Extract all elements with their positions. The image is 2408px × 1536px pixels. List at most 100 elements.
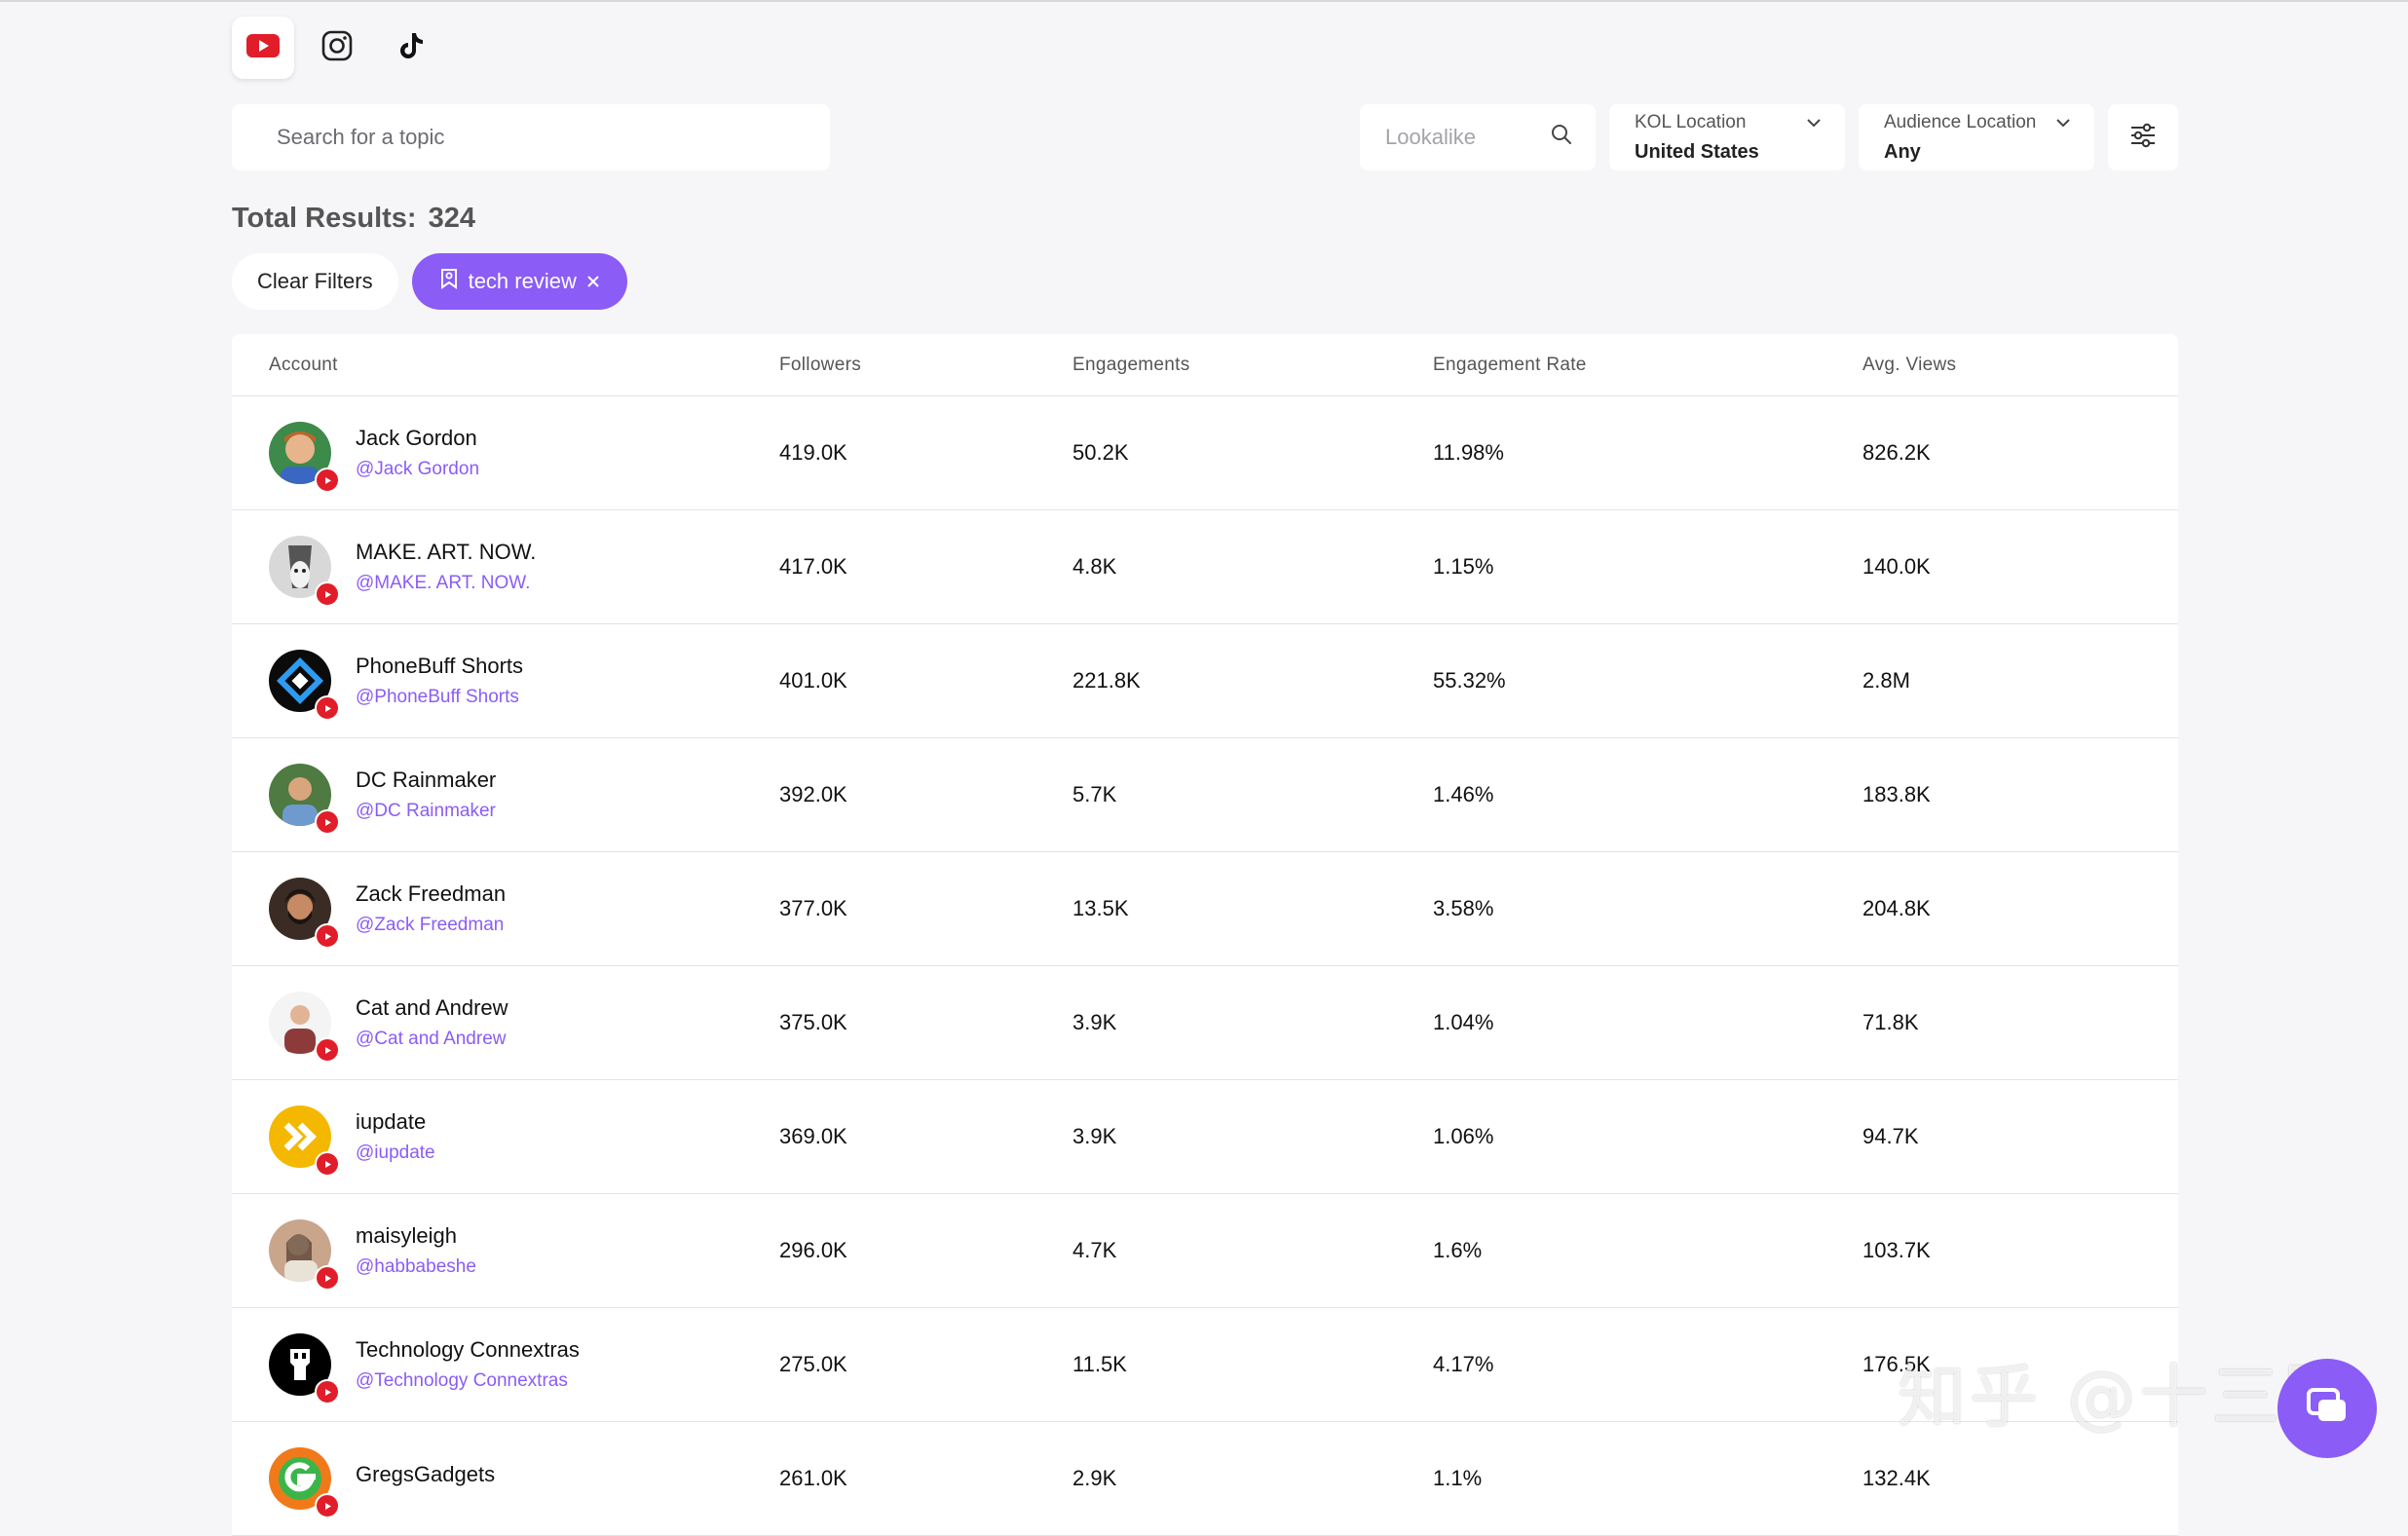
header-account[interactable]: Account [232, 355, 779, 376]
chat-button[interactable] [2277, 1359, 2377, 1458]
table-row[interactable]: MAKE. ART. NOW. @MAKE. ART. NOW. 417.0K … [232, 510, 2178, 624]
account-name[interactable]: Technology Connextras [356, 1337, 580, 1363]
followers-cell: 377.0K [779, 896, 847, 920]
account-name[interactable]: Zack Freedman [356, 881, 506, 907]
active-filter-chip[interactable]: tech review [411, 253, 627, 310]
header-avg-views[interactable]: Avg. Views [1862, 355, 2178, 376]
account-cell: DC Rainmaker @DC Rainmaker [232, 764, 779, 835]
youtube-badge-icon [315, 809, 340, 835]
table-row[interactable]: Technology Connextras @Technology Connex… [232, 1308, 2178, 1422]
avg-views-cell: 2.8M [1862, 668, 1910, 693]
search-icon[interactable] [1551, 124, 1572, 151]
account-cell: Jack Gordon @Jack Gordon [232, 422, 779, 493]
table-row[interactable]: iupdate @iupdate 369.0K 3.9K 1.06% 94.7K [232, 1080, 2178, 1194]
tiktok-icon [397, 31, 425, 65]
close-icon[interactable] [586, 269, 600, 294]
account-name[interactable]: PhoneBuff Shorts [356, 654, 523, 679]
table-row[interactable]: PhoneBuff Shorts @PhoneBuff Shorts 401.0… [232, 624, 2178, 738]
account-handle[interactable]: @Cat and Andrew [356, 1029, 508, 1050]
youtube-badge-icon [315, 1265, 340, 1291]
followers-cell: 375.0K [779, 1010, 847, 1034]
account-cell: maisyleigh @habbabeshe [232, 1219, 779, 1291]
header-followers[interactable]: Followers [779, 355, 1072, 376]
avatar [269, 1219, 340, 1291]
tab-tiktok[interactable] [380, 17, 442, 79]
youtube-badge-icon [315, 923, 340, 949]
platform-tabs [232, 17, 442, 79]
table-row[interactable]: Cat and Andrew @Cat and Andrew 375.0K 3.… [232, 966, 2178, 1080]
instagram-icon [321, 30, 353, 66]
total-results-label: Total Results: [232, 203, 417, 234]
account-handle[interactable]: @PhoneBuff Shorts [356, 687, 523, 708]
followers-cell: 417.0K [779, 554, 847, 579]
engagements-cell: 13.5K [1072, 896, 1129, 920]
filter-chips: Clear Filters tech review [232, 253, 627, 310]
chat-icon [2305, 1386, 2350, 1432]
youtube-badge-icon [315, 695, 340, 721]
table-row[interactable]: Jack Gordon @Jack Gordon 419.0K 50.2K 11… [232, 396, 2178, 510]
account-handle[interactable]: @DC Rainmaker [356, 801, 496, 822]
engagements-cell: 2.9K [1072, 1466, 1117, 1490]
account-handle[interactable]: @Zack Freedman [356, 915, 506, 936]
engagement-rate-cell: 55.32% [1433, 668, 1506, 693]
table-row[interactable]: maisyleigh @habbabeshe 296.0K 4.7K 1.6% … [232, 1194, 2178, 1308]
engagements-cell: 50.2K [1072, 440, 1129, 465]
account-handle[interactable]: @habbabeshe [356, 1256, 476, 1278]
account-name[interactable]: maisyleigh [356, 1223, 476, 1249]
account-name[interactable]: Cat and Andrew [356, 995, 508, 1021]
tab-youtube[interactable] [232, 17, 294, 79]
youtube-badge-icon [315, 581, 340, 607]
account-cell: Zack Freedman @Zack Freedman [232, 878, 779, 949]
kol-location-label: KOL Location [1635, 112, 1747, 132]
active-filter-label: tech review [468, 269, 577, 293]
account-cell: Technology Connextras @Technology Connex… [232, 1333, 779, 1405]
account-name[interactable]: Jack Gordon [356, 426, 479, 451]
top-border [0, 0, 2408, 2]
audience-location-label: Audience Location [1884, 112, 2037, 132]
followers-cell: 275.0K [779, 1352, 847, 1376]
account-name[interactable]: iupdate [356, 1109, 435, 1135]
engagement-rate-cell: 1.6% [1433, 1238, 1483, 1262]
youtube-badge-icon [315, 1379, 340, 1405]
advanced-filters-button[interactable] [2108, 104, 2178, 170]
followers-cell: 296.0K [779, 1238, 847, 1262]
topic-search-box[interactable] [232, 104, 830, 170]
account-handle[interactable]: @MAKE. ART. NOW. [356, 573, 536, 594]
clear-filters-button[interactable]: Clear Filters [232, 253, 398, 310]
kol-location-select[interactable]: KOL Location United States [1609, 104, 1845, 170]
account-name[interactable]: DC Rainmaker [356, 768, 496, 793]
table-header: Account Followers Engagements Engagement… [232, 334, 2178, 396]
avatar [269, 992, 340, 1063]
table-row[interactable]: Zack Freedman @Zack Freedman 377.0K 13.5… [232, 852, 2178, 966]
table-row[interactable]: GregsGadgets 261.0K 2.9K 1.1% 132.4K [232, 1422, 2178, 1536]
youtube-badge-icon [315, 1037, 340, 1063]
account-handle[interactable]: @iupdate [356, 1143, 435, 1164]
audience-location-value: Any [1884, 141, 1921, 163]
engagement-rate-cell: 1.46% [1433, 782, 1494, 806]
avg-views-cell: 71.8K [1862, 1010, 1919, 1034]
topic-search-input[interactable] [277, 125, 830, 150]
results-table: Account Followers Engagements Engagement… [232, 334, 2178, 1536]
engagement-rate-cell: 1.06% [1433, 1124, 1494, 1148]
followers-cell: 419.0K [779, 440, 847, 465]
followers-cell: 392.0K [779, 782, 847, 806]
lookalike-search[interactable]: Lookalike [1360, 104, 1596, 170]
audience-location-select[interactable]: Audience Location Any [1859, 104, 2094, 170]
lookalike-placeholder: Lookalike [1385, 125, 1476, 149]
account-cell: Cat and Andrew @Cat and Andrew [232, 992, 779, 1063]
account-name[interactable]: GregsGadgets [356, 1462, 495, 1487]
engagements-cell: 5.7K [1072, 782, 1117, 806]
table-row[interactable]: DC Rainmaker @DC Rainmaker 392.0K 5.7K 1… [232, 738, 2178, 852]
engagement-rate-cell: 1.15% [1433, 554, 1494, 579]
engagements-cell: 3.9K [1072, 1010, 1117, 1034]
engagement-rate-cell: 1.04% [1433, 1010, 1494, 1034]
kol-location-value: United States [1635, 141, 1759, 163]
account-handle[interactable]: @Jack Gordon [356, 459, 479, 480]
followers-cell: 261.0K [779, 1466, 847, 1490]
total-results-count: 324 [428, 203, 475, 234]
account-handle[interactable]: @Technology Connextras [356, 1370, 580, 1392]
tab-instagram[interactable] [306, 17, 368, 79]
header-engagement-rate[interactable]: Engagement Rate [1433, 355, 1862, 376]
account-name[interactable]: MAKE. ART. NOW. [356, 540, 536, 565]
header-engagements[interactable]: Engagements [1072, 355, 1433, 376]
